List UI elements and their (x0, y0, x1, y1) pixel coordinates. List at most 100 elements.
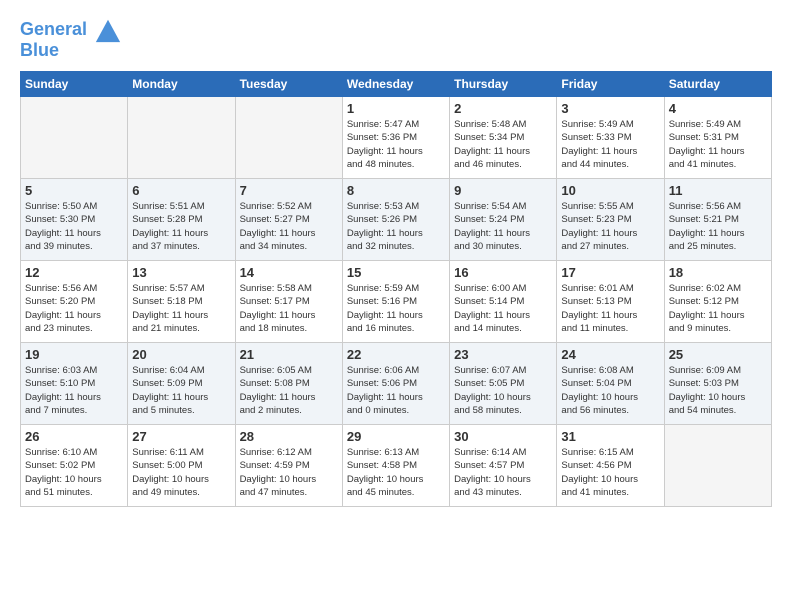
day-info: Sunrise: 5:53 AM Sunset: 5:26 PM Dayligh… (347, 200, 445, 253)
day-number: 21 (240, 347, 338, 362)
calendar-cell: 10 Sunrise: 5:55 AM Sunset: 5:23 PM Dayli… (557, 179, 664, 261)
day-number: 24 (561, 347, 659, 362)
day-number: 1 (347, 101, 445, 116)
day-number: 29 (347, 429, 445, 444)
calendar-cell: 23 Sunrise: 6:07 AM Sunset: 5:05 PM Dayli… (450, 343, 557, 425)
day-number: 13 (132, 265, 230, 280)
day-number: 25 (669, 347, 767, 362)
day-number: 20 (132, 347, 230, 362)
calendar-cell: 22 Sunrise: 6:06 AM Sunset: 5:06 PM Dayli… (342, 343, 449, 425)
day-info: Sunrise: 6:04 AM Sunset: 5:09 PM Dayligh… (132, 364, 230, 417)
day-info: Sunrise: 5:55 AM Sunset: 5:23 PM Dayligh… (561, 200, 659, 253)
day-info: Sunrise: 5:56 AM Sunset: 5:21 PM Dayligh… (669, 200, 767, 253)
calendar-cell (128, 97, 235, 179)
day-number: 17 (561, 265, 659, 280)
day-number: 5 (25, 183, 123, 198)
calendar-cell: 24 Sunrise: 6:08 AM Sunset: 5:04 PM Dayli… (557, 343, 664, 425)
day-info: Sunrise: 6:03 AM Sunset: 5:10 PM Dayligh… (25, 364, 123, 417)
header-row: SundayMondayTuesdayWednesdayThursdayFrid… (21, 72, 772, 97)
day-info: Sunrise: 6:15 AM Sunset: 4:56 PM Dayligh… (561, 446, 659, 499)
day-number: 27 (132, 429, 230, 444)
calendar-cell: 4Sunrise: 5:49 AM Sunset: 5:31 PM Daylig… (664, 97, 771, 179)
weekday-header-friday: Friday (557, 72, 664, 97)
day-number: 10 (561, 183, 659, 198)
calendar-cell: 20 Sunrise: 6:04 AM Sunset: 5:09 PM Dayli… (128, 343, 235, 425)
logo-general: General (20, 19, 87, 39)
calendar-cell: 31 Sunrise: 6:15 AM Sunset: 4:56 PM Dayli… (557, 425, 664, 507)
day-number: 7 (240, 183, 338, 198)
day-number: 31 (561, 429, 659, 444)
calendar-cell: 16 Sunrise: 6:00 AM Sunset: 5:14 PM Dayli… (450, 261, 557, 343)
day-info: Sunrise: 5:58 AM Sunset: 5:17 PM Dayligh… (240, 282, 338, 335)
calendar-cell (21, 97, 128, 179)
calendar-cell: 26Sunrise: 6:10 AM Sunset: 5:02 PM Dayli… (21, 425, 128, 507)
page-container: General Blue SundayMondayTuesdayWednesda… (0, 0, 792, 517)
calendar-cell: 11 Sunrise: 5:56 AM Sunset: 5:21 PM Dayli… (664, 179, 771, 261)
day-number: 12 (25, 265, 123, 280)
week-row-4: 19 Sunrise: 6:03 AM Sunset: 5:10 PM Dayli… (21, 343, 772, 425)
calendar-cell: 27 Sunrise: 6:11 AM Sunset: 5:00 PM Dayli… (128, 425, 235, 507)
day-number: 19 (25, 347, 123, 362)
day-info: Sunrise: 5:49 AM Sunset: 5:33 PM Dayligh… (561, 118, 659, 171)
header: General Blue (20, 16, 772, 61)
week-row-5: 26Sunrise: 6:10 AM Sunset: 5:02 PM Dayli… (21, 425, 772, 507)
calendar-cell (235, 97, 342, 179)
day-info: Sunrise: 6:14 AM Sunset: 4:57 PM Dayligh… (454, 446, 552, 499)
day-info: Sunrise: 6:13 AM Sunset: 4:58 PM Dayligh… (347, 446, 445, 499)
day-number: 9 (454, 183, 552, 198)
calendar-cell: 5 Sunrise: 5:50 AM Sunset: 5:30 PM Daylig… (21, 179, 128, 261)
logo: General Blue (20, 16, 122, 61)
day-info: Sunrise: 6:02 AM Sunset: 5:12 PM Dayligh… (669, 282, 767, 335)
day-number: 14 (240, 265, 338, 280)
week-row-1: 1Sunrise: 5:47 AM Sunset: 5:36 PM Daylig… (21, 97, 772, 179)
day-number: 16 (454, 265, 552, 280)
calendar-cell: 18 Sunrise: 6:02 AM Sunset: 5:12 PM Dayli… (664, 261, 771, 343)
day-info: Sunrise: 6:09 AM Sunset: 5:03 PM Dayligh… (669, 364, 767, 417)
week-row-3: 12 Sunrise: 5:56 AM Sunset: 5:20 PM Dayli… (21, 261, 772, 343)
day-number: 22 (347, 347, 445, 362)
day-info: Sunrise: 5:50 AM Sunset: 5:30 PM Dayligh… (25, 200, 123, 253)
day-info: Sunrise: 6:00 AM Sunset: 5:14 PM Dayligh… (454, 282, 552, 335)
calendar-cell: 25 Sunrise: 6:09 AM Sunset: 5:03 PM Dayli… (664, 343, 771, 425)
calendar-cell: 3 Sunrise: 5:49 AM Sunset: 5:33 PM Daylig… (557, 97, 664, 179)
weekday-header-monday: Monday (128, 72, 235, 97)
weekday-header-wednesday: Wednesday (342, 72, 449, 97)
day-info: Sunrise: 5:49 AM Sunset: 5:31 PM Dayligh… (669, 118, 767, 171)
weekday-header-tuesday: Tuesday (235, 72, 342, 97)
calendar-cell: 17 Sunrise: 6:01 AM Sunset: 5:13 PM Dayli… (557, 261, 664, 343)
calendar-cell: 1Sunrise: 5:47 AM Sunset: 5:36 PM Daylig… (342, 97, 449, 179)
day-info: Sunrise: 5:52 AM Sunset: 5:27 PM Dayligh… (240, 200, 338, 253)
day-info: Sunrise: 6:11 AM Sunset: 5:00 PM Dayligh… (132, 446, 230, 499)
day-number: 23 (454, 347, 552, 362)
calendar-cell: 2 Sunrise: 5:48 AM Sunset: 5:34 PM Daylig… (450, 97, 557, 179)
weekday-header-thursday: Thursday (450, 72, 557, 97)
day-number: 3 (561, 101, 659, 116)
day-info: Sunrise: 6:01 AM Sunset: 5:13 PM Dayligh… (561, 282, 659, 335)
day-info: Sunrise: 5:59 AM Sunset: 5:16 PM Dayligh… (347, 282, 445, 335)
calendar-cell: 14 Sunrise: 5:58 AM Sunset: 5:17 PM Dayli… (235, 261, 342, 343)
day-number: 15 (347, 265, 445, 280)
day-info: Sunrise: 5:56 AM Sunset: 5:20 PM Dayligh… (25, 282, 123, 335)
day-info: Sunrise: 5:48 AM Sunset: 5:34 PM Dayligh… (454, 118, 552, 171)
day-info: Sunrise: 6:07 AM Sunset: 5:05 PM Dayligh… (454, 364, 552, 417)
calendar-cell: 15 Sunrise: 5:59 AM Sunset: 5:16 PM Dayli… (342, 261, 449, 343)
day-number: 18 (669, 265, 767, 280)
calendar-cell: 29 Sunrise: 6:13 AM Sunset: 4:58 PM Dayli… (342, 425, 449, 507)
day-number: 6 (132, 183, 230, 198)
calendar-cell: 8Sunrise: 5:53 AM Sunset: 5:26 PM Daylig… (342, 179, 449, 261)
day-info: Sunrise: 6:06 AM Sunset: 5:06 PM Dayligh… (347, 364, 445, 417)
calendar-cell: 30Sunrise: 6:14 AM Sunset: 4:57 PM Dayli… (450, 425, 557, 507)
calendar-cell: 21Sunrise: 6:05 AM Sunset: 5:08 PM Dayli… (235, 343, 342, 425)
calendar-cell: 13Sunrise: 5:57 AM Sunset: 5:18 PM Dayli… (128, 261, 235, 343)
week-row-2: 5 Sunrise: 5:50 AM Sunset: 5:30 PM Daylig… (21, 179, 772, 261)
calendar-cell: 28Sunrise: 6:12 AM Sunset: 4:59 PM Dayli… (235, 425, 342, 507)
calendar-cell: 6Sunrise: 5:51 AM Sunset: 5:28 PM Daylig… (128, 179, 235, 261)
calendar-table: SundayMondayTuesdayWednesdayThursdayFrid… (20, 71, 772, 507)
day-info: Sunrise: 5:54 AM Sunset: 5:24 PM Dayligh… (454, 200, 552, 253)
day-number: 26 (25, 429, 123, 444)
day-number: 11 (669, 183, 767, 198)
calendar-cell: 19 Sunrise: 6:03 AM Sunset: 5:10 PM Dayli… (21, 343, 128, 425)
day-number: 2 (454, 101, 552, 116)
calendar-cell: 9 Sunrise: 5:54 AM Sunset: 5:24 PM Daylig… (450, 179, 557, 261)
day-info: Sunrise: 6:08 AM Sunset: 5:04 PM Dayligh… (561, 364, 659, 417)
